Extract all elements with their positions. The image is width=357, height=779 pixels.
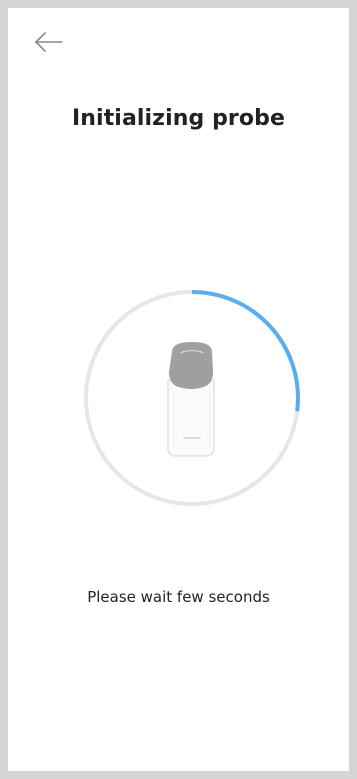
progress-ring (82, 288, 302, 508)
page-title: Initializing probe (72, 106, 285, 131)
ultrasound-probe-icon (167, 342, 215, 457)
back-button[interactable] (30, 30, 66, 66)
initializing-probe-screen: Initializing probe Please wait few secon… (8, 8, 349, 771)
arrow-left-icon (35, 32, 63, 52)
status-message: Please wait few seconds (87, 588, 270, 606)
progress-ring-graphic (84, 290, 300, 506)
